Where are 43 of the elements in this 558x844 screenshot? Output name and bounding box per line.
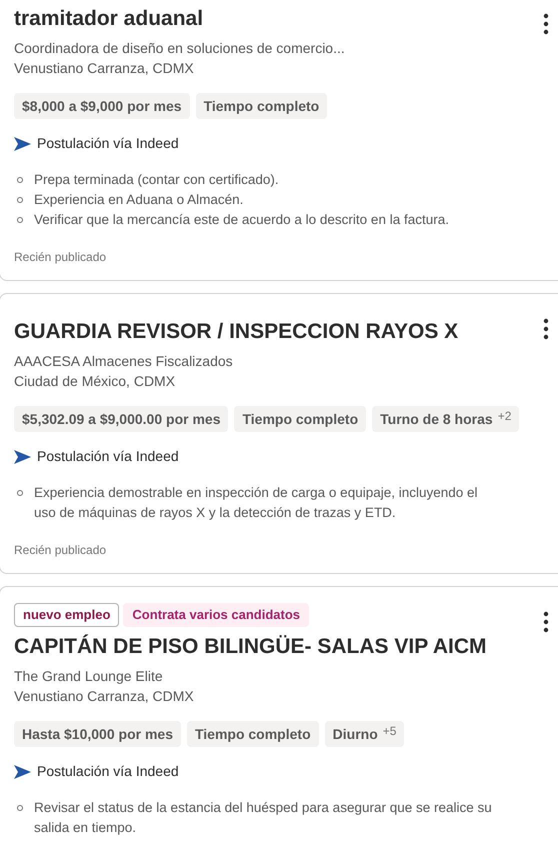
snippet-text: Experiencia demostrable en inspección de carga o equipaje, incluyendo el uso de máquinas de rayos X y la detección de trazas y ETD.: [34, 484, 479, 522]
more-options-icon[interactable]: [542, 13, 550, 35]
posted-date: Recién publicado: [14, 542, 108, 559]
more-options-icon[interactable]: [542, 318, 550, 340]
bullet-icon: [17, 217, 23, 223]
posted-date: Recién publicado: [14, 249, 108, 266]
company-name: AAACESA Almacenes Fiscalizados: [14, 352, 234, 371]
tag-label: $8,000 a $9,000 por mes: [22, 96, 182, 116]
job-card[interactable]: [0, 293, 558, 574]
tag-label: Tiempo completo: [204, 96, 320, 116]
tag-label: Hasta $10,000 por mes: [22, 724, 173, 744]
tag-label: Tiempo completo: [242, 410, 358, 429]
job-title[interactable]: CAPITÁN DE PISO BILINGÜE- SALAS VIP AICM: [14, 633, 558, 661]
job-location: Venustiano Carranza, CDMX: [14, 59, 195, 78]
bullet-icon: [17, 197, 23, 203]
job-title[interactable]: tramitador aduanal: [14, 5, 558, 33]
more-count: +2: [498, 408, 512, 425]
bullet-icon: [17, 177, 23, 183]
snippet-text: Experiencia en Aduana o Almacén.: [34, 191, 244, 209]
apply-label: Postulación vía Indeed: [37, 447, 179, 466]
apply-label: Postulación vía Indeed: [37, 762, 179, 781]
tag-label: Diurno: [332, 724, 378, 744]
send-icon: [14, 136, 31, 150]
company-name: Coordinadora de diseño en soluciones de comercio...: [14, 39, 346, 58]
more-options-icon[interactable]: [542, 611, 550, 633]
snippet-text: Prepa terminada (contar con certificado).: [34, 171, 279, 189]
send-icon: [14, 450, 31, 464]
bullet-icon: [17, 490, 23, 496]
tag-label: Tiempo completo: [194, 724, 311, 744]
snippet-text: Revisar el status de la estancia del huésped para asegurar que se realice su salida en tiempo.: [34, 799, 493, 837]
tag-label: $5,302.09 a $9,000.00 por mes: [22, 410, 220, 429]
job-title[interactable]: GUARDIA REVISOR / INSPECCION RAYOS X: [14, 310, 558, 346]
job-location: Ciudad de México, CDMX: [14, 372, 176, 391]
more-count: +5: [382, 723, 396, 740]
job-badge: nuevo empleo: [14, 603, 120, 627]
job-badge: Contrata varios candidatos: [123, 603, 310, 627]
apply-label: Postulación vía Indeed: [37, 134, 179, 153]
snippet-text: Verificar que la mercancía este de acuerdo a lo descrito en la factura.: [34, 211, 449, 229]
send-icon: [14, 764, 31, 778]
tag-label: Turno de 8 horas: [380, 410, 493, 428]
job-location: Venustiano Carranza, CDMX: [14, 687, 195, 706]
company-name: The Grand Lounge Elite: [14, 667, 164, 686]
bullet-icon: [17, 805, 23, 811]
